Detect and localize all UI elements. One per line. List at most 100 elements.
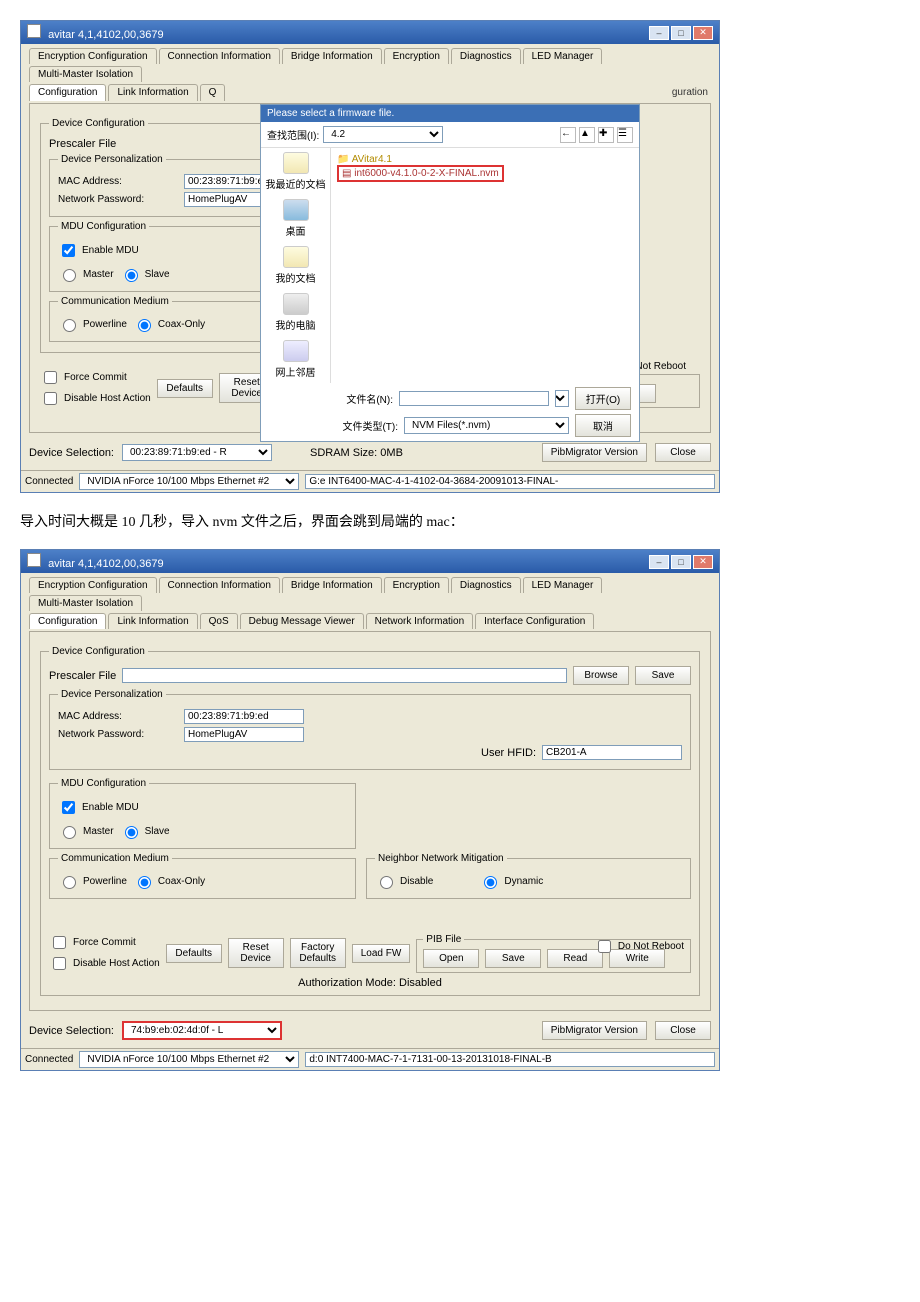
place-docs[interactable]: 我的文档 — [276, 246, 316, 285]
maximize-button[interactable]: □ — [671, 26, 691, 40]
place-desktop[interactable]: 桌面 — [283, 199, 309, 238]
up-icon[interactable]: ▲ — [579, 127, 595, 143]
factory-defaults-button[interactable]: Factory Defaults — [290, 938, 346, 968]
disable-host-label: Disable Host Action — [64, 393, 151, 404]
slave-radio[interactable] — [125, 269, 138, 282]
filename-input[interactable] — [399, 391, 549, 406]
force-commit-checkbox[interactable] — [53, 936, 66, 949]
device-configuration-group: Device Configuration Prescaler File Brow… — [40, 646, 700, 996]
tab-link-information[interactable]: Link Information — [108, 84, 197, 101]
list-item-nvm[interactable]: ▤ int6000-v4.1.0-0-2-X-FINAL.nvm — [337, 165, 504, 182]
enable-mdu-checkbox[interactable] — [62, 244, 75, 257]
tab[interactable]: Bridge Information — [282, 48, 382, 64]
adapter-select[interactable]: NVIDIA nForce 10/100 Mbps Ethernet #2 — [79, 1051, 299, 1068]
pibmigrator-button[interactable]: PibMigrator Version — [542, 443, 647, 462]
config-panel: Device Configuration Prescaler File Brow… — [29, 631, 711, 1011]
place-recent[interactable]: 我最近的文档 — [266, 152, 326, 191]
tab[interactable]: LED Manager — [523, 577, 603, 593]
close-button[interactable]: Close — [655, 443, 711, 462]
slave-radio[interactable] — [125, 826, 138, 839]
place-network[interactable]: 网上邻居 — [276, 340, 316, 379]
prescaler-label: Prescaler File — [49, 138, 116, 150]
tab[interactable]: Multi-Master Isolation — [29, 66, 142, 82]
pib-save-button[interactable]: Save — [485, 949, 541, 968]
views-icon[interactable]: ☰ — [617, 127, 633, 143]
device-selection-select[interactable]: 00:23:89:71:b9:ed - R — [122, 444, 272, 461]
file-list[interactable]: 📁 AVitar4.1 ▤ int6000-v4.1.0-0-2-X-FINAL… — [331, 148, 639, 383]
defaults-button[interactable]: Defaults — [157, 379, 213, 398]
status-path[interactable] — [305, 474, 715, 489]
tab[interactable]: Diagnostics — [451, 48, 521, 64]
force-commit-label: Force Commit — [64, 372, 127, 383]
net-pwd-label: Network Password: — [58, 729, 178, 740]
tab[interactable]: LED Manager — [523, 48, 603, 64]
titlebar[interactable]: avitar 4,1,4102,00,3679 – □ ✕ — [21, 550, 719, 573]
tab[interactable]: Connection Information — [159, 48, 280, 64]
titlebar[interactable]: avitar 4,1,4102,00,3679 – □ ✕ — [21, 21, 719, 44]
adapter-select[interactable]: NVIDIA nForce 10/100 Mbps Ethernet #2 — [79, 473, 299, 490]
pib-open-button[interactable]: Open — [423, 949, 479, 968]
user-hfid-input[interactable] — [542, 745, 682, 760]
close-button[interactable]: ✕ — [693, 26, 713, 40]
enable-mdu-label: Enable MDU — [82, 802, 139, 813]
filetype-select[interactable]: NVM Files(*.nvm) — [404, 417, 569, 434]
back-icon[interactable]: ← — [560, 127, 576, 143]
tab[interactable]: Encryption Configuration — [29, 577, 157, 593]
powerline-radio[interactable] — [63, 876, 76, 889]
save-button[interactable]: Save — [635, 666, 691, 685]
open-button[interactable]: 打开(O) — [575, 387, 631, 410]
tab[interactable]: QoS — [200, 613, 238, 629]
enable-mdu-checkbox[interactable] — [62, 801, 75, 814]
minimize-button[interactable]: – — [649, 555, 669, 569]
master-radio[interactable] — [63, 826, 76, 839]
master-radio[interactable] — [63, 269, 76, 282]
filetype-label: 文件类型(T): — [342, 418, 398, 433]
tab[interactable]: Encryption Configuration — [29, 48, 157, 64]
newfolder-icon[interactable]: ✚ — [598, 127, 614, 143]
cancel-button[interactable]: 取消 — [575, 414, 631, 437]
place-computer[interactable]: 我的电脑 — [276, 293, 316, 332]
device-selection-select[interactable]: 74:b9:eb:02:4d:0f - L — [122, 1021, 282, 1040]
disable-host-checkbox[interactable] — [53, 957, 66, 970]
browse-button[interactable]: Browse — [573, 666, 629, 685]
tab[interactable]: Bridge Information — [282, 577, 382, 593]
net-pwd-input[interactable] — [184, 727, 304, 742]
tab[interactable]: Debug Message Viewer — [240, 613, 364, 629]
close-button[interactable]: ✕ — [693, 555, 713, 569]
tab[interactable]: Multi-Master Isolation — [29, 595, 142, 611]
lookin-select[interactable]: 4.2 — [323, 126, 443, 143]
filename-history[interactable] — [555, 390, 569, 407]
pibmigrator-button[interactable]: PibMigrator Version — [542, 1021, 647, 1040]
reset-device-button[interactable]: Reset Device — [228, 938, 284, 968]
tab-configuration[interactable]: Configuration — [29, 84, 106, 101]
prescaler-input[interactable] — [122, 668, 567, 683]
tab[interactable]: Interface Configuration — [475, 613, 594, 629]
tab[interactable]: Link Information — [108, 613, 197, 629]
dynamic-radio[interactable] — [484, 876, 497, 889]
disable-radio[interactable] — [380, 876, 393, 889]
disable-host-checkbox[interactable] — [44, 392, 57, 405]
mac-input[interactable] — [184, 709, 304, 724]
tab[interactable]: Connection Information — [159, 577, 280, 593]
maximize-button[interactable]: □ — [671, 555, 691, 569]
powerline-radio[interactable] — [63, 319, 76, 332]
force-commit-checkbox[interactable] — [44, 371, 57, 384]
load-fw-button[interactable]: Load FW — [352, 944, 411, 963]
close-button[interactable]: Close — [655, 1021, 711, 1040]
tab-configuration[interactable]: Configuration — [29, 613, 106, 629]
group-legend: MDU Configuration — [58, 778, 149, 789]
status-path[interactable] — [305, 1052, 715, 1067]
coax-radio[interactable] — [138, 876, 151, 889]
comm-medium-group: Communication Medium Powerline Coax-Only — [49, 853, 356, 899]
tab[interactable]: Encryption — [384, 48, 449, 64]
tab[interactable]: Network Information — [366, 613, 473, 629]
tab-q[interactable]: Q — [200, 84, 226, 101]
dynamic-label: Dynamic — [504, 876, 543, 887]
tab[interactable]: Encryption — [384, 577, 449, 593]
tab[interactable]: Diagnostics — [451, 577, 521, 593]
do-not-reboot-checkbox[interactable] — [598, 940, 611, 953]
minimize-button[interactable]: – — [649, 26, 669, 40]
list-item-folder[interactable]: 📁 AVitar4.1 — [337, 154, 633, 165]
defaults-button[interactable]: Defaults — [166, 944, 222, 963]
coax-radio[interactable] — [138, 319, 151, 332]
